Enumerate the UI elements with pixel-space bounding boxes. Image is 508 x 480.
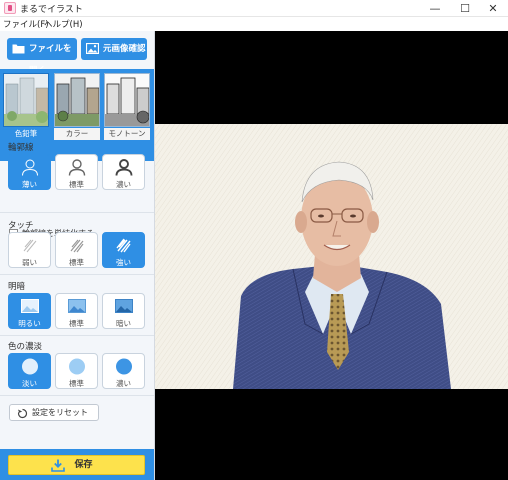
- section-divider: [0, 395, 154, 396]
- title-bar: まるでイラスト — ☐ ✕: [0, 0, 508, 17]
- brush-stroke-icon: [116, 238, 131, 253]
- touch-weak-label: 弱い: [22, 258, 37, 267]
- density-light-button[interactable]: 淡い: [8, 353, 51, 389]
- image-icon: [86, 43, 99, 54]
- density-standard-label: 標準: [69, 379, 84, 388]
- maximize-button[interactable]: ☐: [450, 0, 480, 17]
- section-divider: [0, 274, 154, 275]
- brightness-title: 明暗: [8, 282, 26, 292]
- circle-swatch-icon: [69, 358, 85, 375]
- density-standard-button[interactable]: 標準: [55, 353, 98, 389]
- style-label-color-pencil[interactable]: 色鉛筆: [3, 128, 49, 140]
- style-label-monotone[interactable]: モノトーン: [104, 128, 150, 140]
- city-color-thumbnail-icon: [55, 74, 99, 126]
- style-thumb-color-pencil[interactable]: [3, 73, 49, 127]
- density-light-label: 淡い: [22, 379, 37, 388]
- landscape-icon: [115, 299, 133, 313]
- reset-icon: [17, 408, 28, 419]
- landscape-icon: [68, 299, 86, 313]
- open-file-button[interactable]: ファイルを開く: [7, 38, 77, 76]
- app-icon: [4, 2, 16, 14]
- brightness-bright-button[interactable]: 明るい: [8, 293, 51, 329]
- touch-standard-button[interactable]: 標準: [55, 232, 98, 268]
- brush-stroke-icon: [23, 239, 37, 253]
- touch-strong-button[interactable]: 強い: [102, 232, 145, 268]
- window-title: まるでイラスト: [20, 5, 83, 15]
- menu-help[interactable]: ヘルプ(H): [44, 18, 83, 30]
- preview-canvas: [155, 31, 508, 480]
- menu-file[interactable]: ファイル(F): [3, 18, 49, 30]
- outline-thin-button[interactable]: 薄い: [8, 154, 51, 190]
- style-label-color[interactable]: カラー: [54, 128, 100, 140]
- save-button[interactable]: 保存: [8, 455, 145, 475]
- menu-bar: ファイル(F) ヘルプ(H): [0, 17, 508, 31]
- outline-standard-button[interactable]: 標準: [55, 154, 98, 190]
- outline-title: 輪郭線: [8, 143, 34, 153]
- folder-icon: [12, 44, 25, 54]
- density-dark-button[interactable]: 濃い: [102, 353, 145, 389]
- reset-settings-button[interactable]: 設定をリセット: [9, 404, 99, 421]
- outline-thick-label: 濃い: [116, 180, 131, 189]
- person-outline-icon: [68, 159, 86, 176]
- style-thumb-color[interactable]: [54, 73, 100, 127]
- brightness-bright-label: 明るい: [18, 319, 41, 328]
- landscape-icon: [21, 299, 39, 313]
- outline-thin-label: 薄い: [22, 180, 37, 189]
- touch-title: タッチ: [8, 221, 34, 231]
- person-outline-icon: [22, 159, 38, 176]
- preview-image[interactable]: [155, 124, 508, 389]
- settings-sidebar: ファイルを開く 元画像確認: [0, 31, 155, 480]
- city-pencil-thumbnail-icon: [4, 74, 48, 126]
- reset-settings-label: 設定をリセット: [32, 408, 88, 417]
- save-label: 保存: [74, 460, 93, 470]
- portrait-illustration-icon: [155, 124, 508, 389]
- close-button[interactable]: ✕: [478, 0, 508, 17]
- save-area: 保存: [0, 449, 154, 480]
- density-dark-label: 濃い: [116, 379, 131, 388]
- touch-standard-label: 標準: [69, 258, 84, 267]
- outline-thick-button[interactable]: 濃い: [102, 154, 145, 190]
- brightness-dark-button[interactable]: 暗い: [102, 293, 145, 329]
- color-density-title: 色の濃淡: [8, 342, 43, 352]
- section-divider: [0, 335, 154, 336]
- brush-stroke-icon: [70, 239, 84, 253]
- brightness-dark-label: 暗い: [116, 319, 131, 328]
- brightness-standard-button[interactable]: 標準: [55, 293, 98, 329]
- circle-swatch-icon: [22, 358, 38, 375]
- view-original-label: 元画像確認: [103, 44, 146, 54]
- outline-standard-label: 標準: [69, 180, 84, 189]
- touch-strong-label: 強い: [116, 258, 131, 267]
- city-mono-thumbnail-icon: [105, 74, 149, 126]
- circle-swatch-icon: [116, 358, 132, 375]
- minimize-button[interactable]: —: [420, 0, 450, 17]
- brightness-standard-label: 標準: [69, 319, 84, 328]
- touch-weak-button[interactable]: 弱い: [8, 232, 51, 268]
- download-icon: [51, 459, 65, 472]
- view-original-button[interactable]: 元画像確認: [81, 38, 147, 60]
- section-divider: [0, 212, 154, 213]
- person-outline-icon: [115, 159, 133, 176]
- style-thumb-monotone[interactable]: [104, 73, 150, 127]
